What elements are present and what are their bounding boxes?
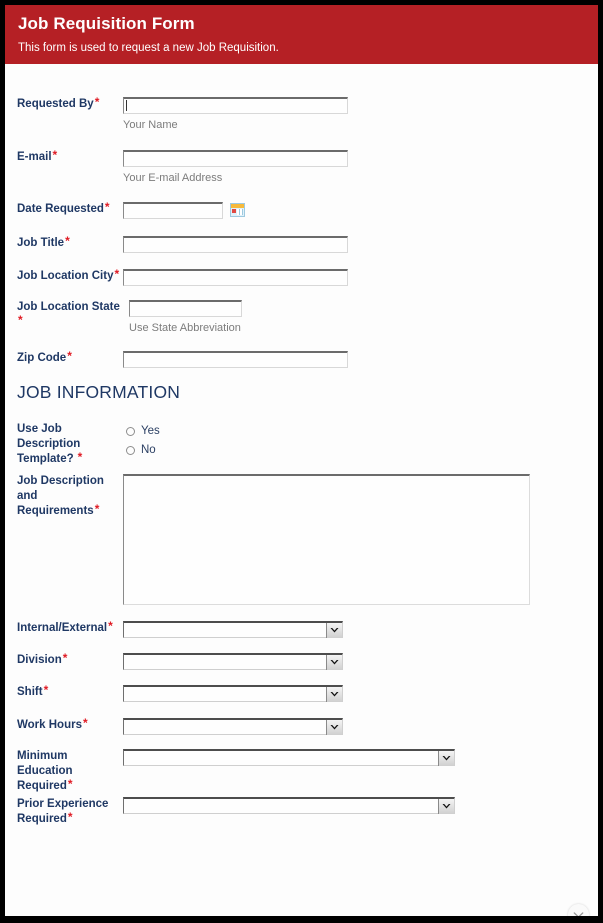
label-job-location-state: Job Location State* bbox=[17, 301, 120, 327]
division-select[interactable] bbox=[123, 653, 343, 670]
required-asterisk: * bbox=[67, 777, 73, 791]
page-title: Job Requisition Form bbox=[18, 14, 195, 33]
required-asterisk: * bbox=[114, 267, 120, 281]
field-requested-by: Requested By* Your Name bbox=[5, 95, 348, 132]
job-location-city-input[interactable] bbox=[123, 269, 348, 286]
form-body: Requested By* Your Name E-mail* Your E-m… bbox=[5, 64, 598, 916]
form-header: Job Requisition Form This form is used t… bbox=[5, 5, 598, 64]
chevron-down-icon[interactable] bbox=[326, 687, 342, 702]
field-job-title: Job Title* bbox=[5, 234, 348, 253]
field-job-location-city: Job Location City* bbox=[5, 267, 348, 286]
label-prior-experience: Prior Experience Required* bbox=[17, 798, 109, 825]
job-description-textarea[interactable] bbox=[123, 474, 530, 605]
hint-requested-by: Your Name bbox=[123, 119, 178, 131]
field-shift: Shift* bbox=[5, 683, 343, 702]
required-asterisk: * bbox=[52, 148, 58, 162]
radio-option-yes[interactable]: Yes bbox=[126, 424, 160, 438]
label-division: Division* bbox=[17, 651, 68, 666]
required-asterisk: * bbox=[77, 450, 83, 464]
text-caret bbox=[126, 100, 127, 111]
label-shift: Shift* bbox=[17, 683, 49, 698]
job-location-state-input[interactable] bbox=[129, 300, 242, 317]
required-asterisk: * bbox=[104, 200, 110, 214]
chevron-down-icon[interactable] bbox=[326, 623, 342, 638]
chevron-down-icon[interactable] bbox=[326, 720, 342, 735]
required-asterisk: * bbox=[94, 502, 100, 516]
field-use-job-description-template: Use Job Description Template? * Yes No bbox=[5, 422, 160, 467]
label-job-title: Job Title* bbox=[17, 234, 70, 249]
requested-by-input[interactable] bbox=[123, 97, 348, 114]
label-work-hours: Work Hours* bbox=[17, 716, 88, 731]
shift-select[interactable] bbox=[123, 685, 343, 702]
required-asterisk: * bbox=[94, 95, 100, 109]
label-internal-external: Internal/External* bbox=[17, 619, 113, 634]
scroll-down-button[interactable] bbox=[568, 904, 589, 916]
internal-external-select[interactable] bbox=[123, 621, 343, 638]
required-asterisk: * bbox=[82, 716, 88, 730]
required-asterisk: * bbox=[62, 651, 68, 665]
label-requested-by: Requested By* bbox=[17, 95, 100, 110]
form-frame: Job Requisition Form This form is used t… bbox=[5, 5, 598, 916]
hint-email: Your E-mail Address bbox=[123, 172, 223, 184]
hint-job-location-state: Use State Abbreviation bbox=[129, 322, 241, 334]
field-division: Division* bbox=[5, 651, 343, 670]
radio-label-no: No bbox=[141, 443, 156, 456]
chevron-down-icon[interactable] bbox=[438, 799, 454, 814]
radio-label-yes: Yes bbox=[141, 424, 160, 437]
chevron-down-icon[interactable] bbox=[438, 751, 454, 766]
minimum-education-select[interactable] bbox=[123, 749, 455, 766]
required-asterisk: * bbox=[43, 683, 49, 697]
required-asterisk: * bbox=[108, 619, 113, 633]
chevron-down-icon[interactable] bbox=[326, 655, 342, 670]
separator-dash: - bbox=[18, 909, 23, 923]
field-job-location-state: Job Location State* Use State Abbreviati… bbox=[5, 300, 242, 335]
label-job-description: Job Description and Requirements* bbox=[17, 475, 104, 517]
label-minimum-education: Minimum Education Required* bbox=[17, 750, 73, 792]
label-job-location-city: Job Location City* bbox=[17, 267, 120, 282]
email-input[interactable] bbox=[123, 150, 348, 167]
work-hours-select[interactable] bbox=[123, 718, 343, 735]
field-work-hours: Work Hours* bbox=[5, 716, 343, 735]
field-zip-code: Zip Code* bbox=[5, 349, 348, 368]
job-title-input[interactable] bbox=[123, 236, 348, 253]
field-prior-experience: Prior Experience Required* bbox=[5, 797, 455, 827]
form-page: Job Requisition Form This form is used t… bbox=[0, 0, 603, 923]
section-heading-job-information: JOB INFORMATION bbox=[17, 382, 181, 402]
calendar-icon[interactable] bbox=[230, 203, 245, 217]
label-zip-code: Zip Code* bbox=[17, 349, 72, 364]
field-email: E-mail* Your E-mail Address bbox=[5, 148, 348, 185]
field-job-description: Job Description and Requirements* bbox=[5, 474, 530, 605]
label-use-job-description-template: Use Job Description Template? * bbox=[17, 423, 83, 465]
chevron-down-icon bbox=[573, 911, 584, 916]
label-date-requested: Date Requested* bbox=[17, 200, 110, 215]
zip-code-input[interactable] bbox=[123, 351, 348, 368]
label-email: E-mail* bbox=[17, 148, 58, 163]
page-subtitle: This form is used to request a new Job R… bbox=[18, 42, 279, 54]
radio-icon[interactable] bbox=[126, 445, 135, 455]
date-requested-input[interactable] bbox=[123, 202, 223, 219]
radio-option-no[interactable]: No bbox=[126, 443, 160, 457]
required-asterisk: * bbox=[67, 349, 72, 363]
field-internal-external: Internal/External* bbox=[5, 619, 343, 638]
field-date-requested: Date Requested* bbox=[5, 200, 245, 219]
radio-icon[interactable] bbox=[126, 426, 135, 436]
field-minimum-education: Minimum Education Required* bbox=[5, 749, 455, 794]
required-asterisk: * bbox=[65, 234, 70, 248]
required-asterisk: * bbox=[18, 313, 23, 327]
prior-experience-select[interactable] bbox=[123, 797, 455, 814]
required-asterisk: * bbox=[67, 810, 73, 824]
